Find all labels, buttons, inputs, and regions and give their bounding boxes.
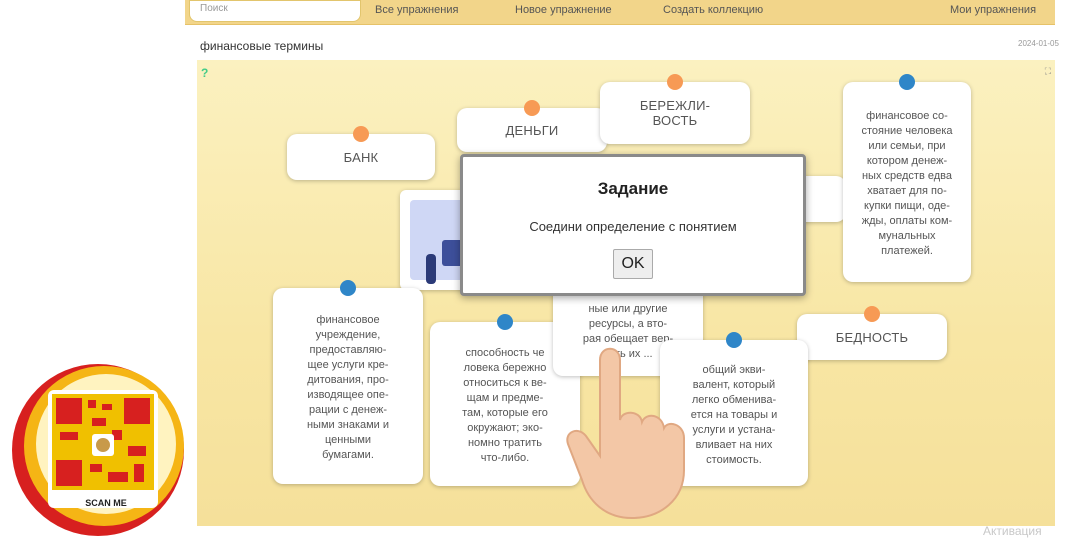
term-card-money[interactable]: ДЕНЬГИ — [457, 100, 607, 152]
connector-dot[interactable] — [497, 314, 513, 330]
search-input[interactable]: Поиск — [189, 0, 361, 22]
activation-watermark: Активация — [983, 524, 1042, 538]
modal-message: Соедини определение с понятием — [529, 219, 737, 234]
task-modal: Задание Соедини определение с понятием O… — [460, 154, 806, 296]
term-card-poverty[interactable]: БЕДНОСТЬ — [797, 306, 947, 360]
term-label: БЕДНОСТЬ — [835, 329, 909, 345]
new-exercise-button[interactable]: Новое упражнение — [515, 4, 612, 16]
definition-text: финансовое со- стояние человека или семь… — [861, 110, 953, 257]
qr-code-badge[interactable] — [8, 360, 188, 540]
hand-pointer-icon — [566, 347, 685, 520]
help-icon[interactable]: ? — [201, 66, 215, 80]
ok-button[interactable]: OK — [613, 249, 653, 279]
top-toolbar: Поиск Все упражнения Новое упражнение Со… — [185, 0, 1055, 25]
all-exercises-button[interactable]: Все упражнения — [375, 4, 458, 16]
fullscreen-icon[interactable]: ⛶ — [1045, 66, 1051, 77]
definition-text: способность че ловека бережно относиться… — [462, 347, 548, 464]
definition-text: финансовое учреждение, предоставляю- щее… — [306, 314, 390, 461]
connector-dot[interactable] — [340, 280, 356, 296]
create-collection-button[interactable]: Создать коллекцию — [663, 4, 763, 16]
term-label: БЕРЕЖЛИ- ВОСТЬ — [639, 98, 711, 128]
connector-dot[interactable] — [353, 126, 369, 142]
term-card-bank[interactable]: БАНК — [287, 126, 435, 180]
my-exercises-button[interactable]: Мои упражнения — [950, 4, 1036, 16]
connector-dot[interactable] — [726, 332, 742, 348]
search-placeholder: Поиск — [200, 3, 228, 14]
term-label: ДЕНЬГИ — [505, 122, 559, 138]
connector-dot[interactable] — [524, 100, 540, 116]
definition-card-poverty[interactable]: финансовое со- стояние человека или семь… — [843, 74, 971, 282]
connector-dot[interactable] — [667, 74, 683, 90]
page-title: финансовые термины — [200, 39, 324, 53]
modal-title: Задание — [597, 179, 669, 198]
connector-dot[interactable] — [864, 306, 880, 322]
connector-dot[interactable] — [899, 74, 915, 90]
badge-label: SCAN ME — [85, 498, 127, 508]
term-card-thrift[interactable]: БЕРЕЖЛИ- ВОСТЬ — [600, 74, 750, 144]
term-label: БАНК — [343, 149, 379, 165]
illustration-person — [426, 254, 436, 284]
page-date: 2024-01-05 — [1018, 39, 1059, 48]
definition-card-bank[interactable]: финансовое учреждение, предоставляю- щее… — [273, 280, 423, 484]
